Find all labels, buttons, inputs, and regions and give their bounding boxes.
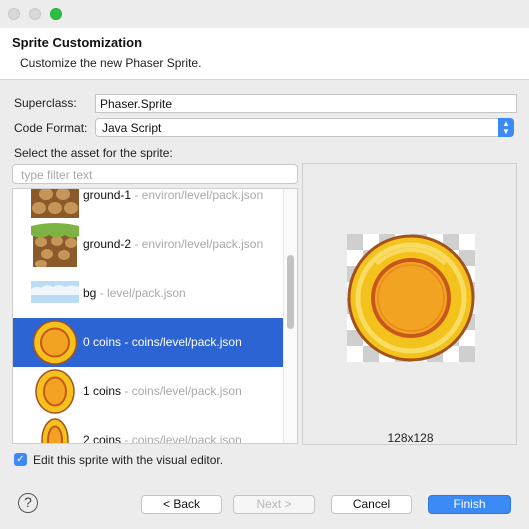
code-format-value: Java Script [102,121,162,135]
preview-size-label: 128x128 [387,431,434,445]
wizard-header: Sprite Customization Customize the new P… [0,28,529,80]
back-button[interactable]: < Back [141,495,222,514]
coin-frame-0-icon [32,320,78,365]
asset-path: - coins/level/pack.json [121,433,242,444]
visual-editor-checkbox[interactable]: ✓ [14,453,27,466]
sprite-preview-panel: 128x128 [302,163,517,445]
code-format-label: Code Format: [14,121,88,135]
asset-path: - environ/level/pack.json [131,237,264,251]
ground-grass-tile-icon [31,223,79,267]
asset-name: bg [83,286,97,300]
visual-editor-label: Edit this sprite with the visual editor. [33,453,224,467]
help-button[interactable]: ? [18,493,38,513]
page-description: Customize the new Phaser Sprite. [20,56,202,70]
coin-frame-2-icon [41,418,69,443]
filter-input[interactable]: type filter text [12,164,298,184]
list-item-ground-2[interactable]: ground-2 - environ/level/pack.json [13,220,283,269]
next-button[interactable]: Next > [233,495,315,514]
asset-path: - level/pack.json [96,286,186,300]
asset-select-label: Select the asset for the sprite: [14,146,173,160]
asset-name: 2 coins [83,433,122,444]
asset-name: 0 coins [83,335,122,349]
list-item-2-coins[interactable]: 2 coins - coins/level/pack.json [13,416,283,444]
finish-button[interactable]: Finish [428,495,511,514]
cancel-button[interactable]: Cancel [331,495,412,514]
background-sky-icon [31,281,79,303]
list-scrollbar-thumb[interactable] [287,255,294,329]
coin-preview-image [347,234,475,362]
code-format-select[interactable]: Java Script ▲ ▼ [95,118,514,137]
list-item-1-coins[interactable]: 1 coins - coins/level/pack.json [13,367,283,416]
asset-path: - environ/level/pack.json [131,188,264,202]
superclass-field[interactable]: Phaser.Sprite [95,94,517,113]
asset-list[interactable]: ground-1 - environ/level/pack.json groun… [12,188,298,444]
list-scrollbar[interactable] [283,189,297,443]
asset-name: 1 coins [83,384,122,398]
list-item-bg[interactable]: bg - level/pack.json [13,269,283,318]
page-title: Sprite Customization [12,35,143,50]
close-window-button[interactable] [8,8,20,20]
checkmark-icon: ✓ [16,454,25,465]
maximize-window-button[interactable] [50,8,62,20]
asset-name: ground-1 [83,188,132,202]
asset-path: - coins/level/pack.json [121,384,242,398]
chevron-updown-icon: ▲ ▼ [498,118,514,137]
minimize-window-button[interactable] [29,8,41,20]
coin-frame-1-icon [35,369,75,414]
window-titlebar [0,0,529,28]
list-item-ground-1[interactable]: ground-1 - environ/level/pack.json [13,188,283,220]
list-item-0-coins[interactable]: 0 coins - coins/level/pack.json [13,318,283,367]
asset-path: - coins/level/pack.json [121,335,242,349]
superclass-label: Superclass: [14,96,77,110]
asset-name: ground-2 [83,237,132,251]
ground-tile-icon [31,189,79,218]
